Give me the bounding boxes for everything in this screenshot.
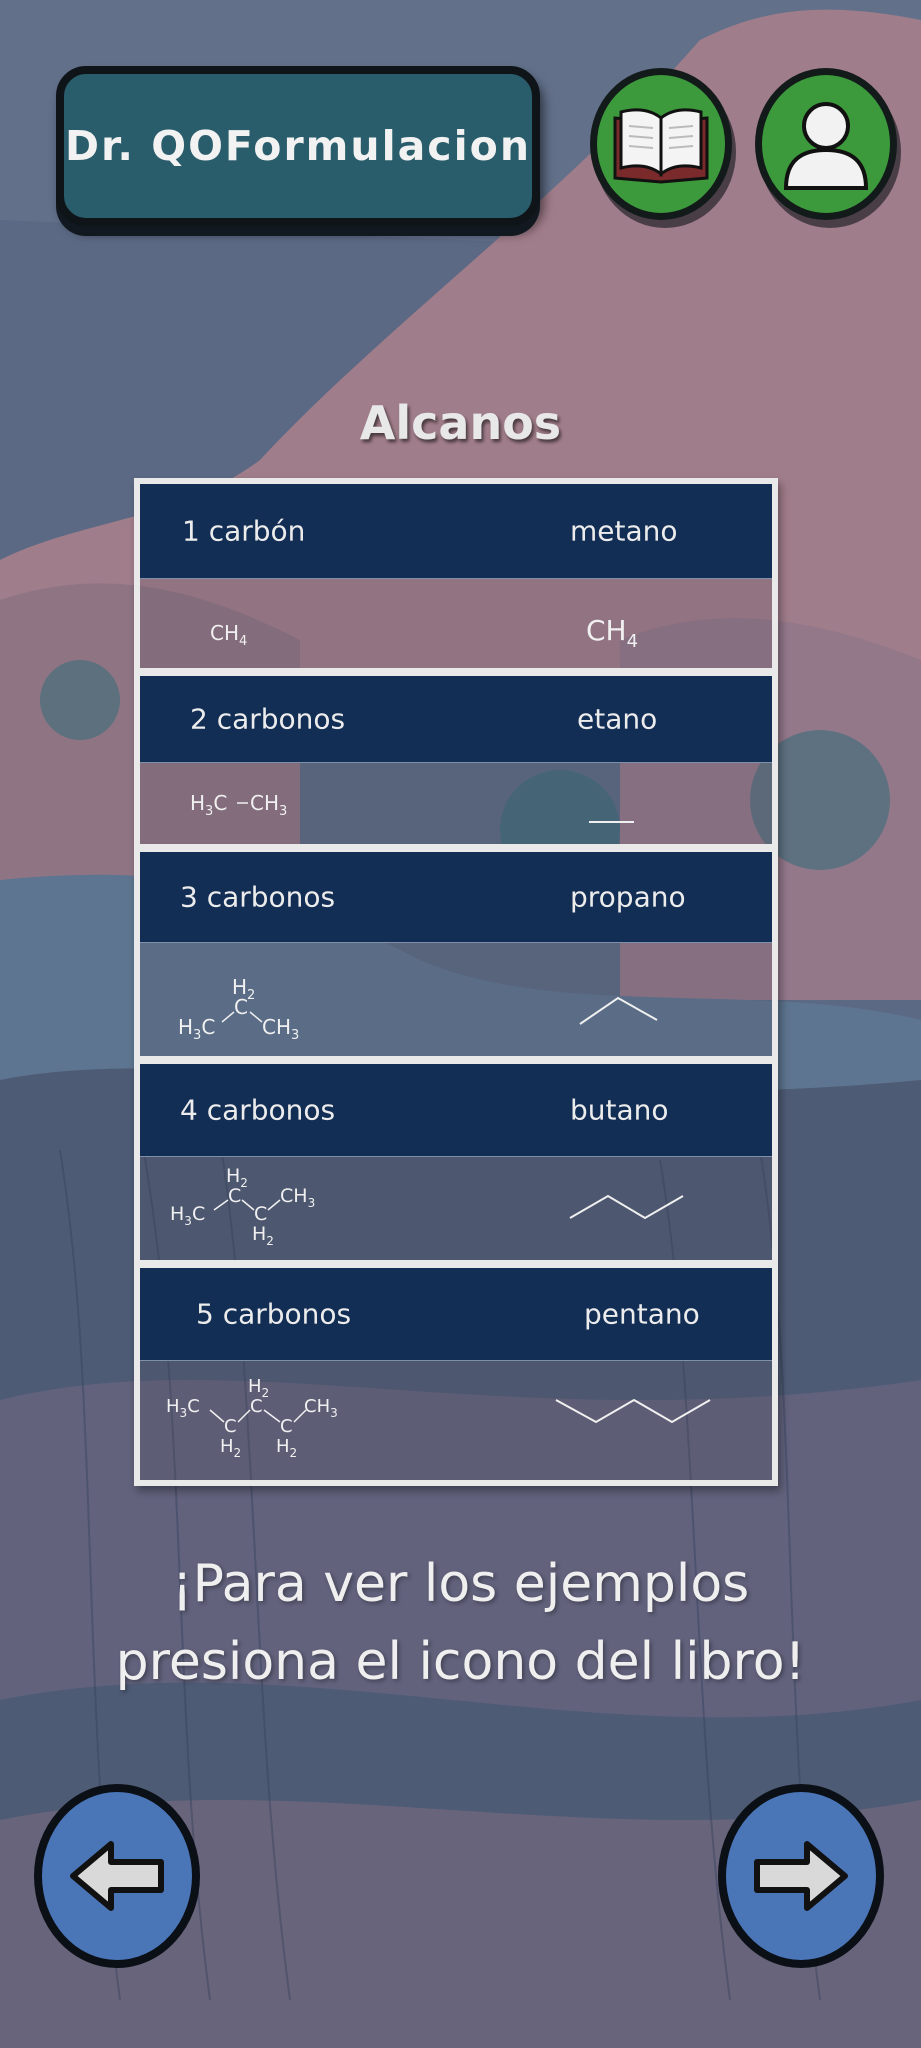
- svg-text:H3C: H3C: [190, 791, 227, 819]
- divider: [140, 1260, 772, 1268]
- alkane-name: etano: [577, 702, 658, 736]
- alkane-name: propano: [570, 880, 686, 914]
- svg-text:CH3: CH3: [262, 1015, 299, 1043]
- row-header: 3 carbonos propano: [140, 852, 772, 943]
- hint-message: ¡Para ver los ejemplos presiona el icono…: [115, 1554, 806, 1692]
- formula-row: H3C CH3: [140, 762, 772, 844]
- row-header: 5 carbonos pentano: [140, 1268, 772, 1361]
- svg-text:C: C: [224, 1416, 237, 1437]
- open-book-icon: [613, 108, 709, 184]
- svg-text:H3C: H3C: [166, 1396, 200, 1420]
- carbons-label: 4 carbonos: [180, 1093, 336, 1127]
- book-button[interactable]: [590, 68, 732, 220]
- next-button[interactable]: [718, 1784, 884, 1968]
- svg-text:C: C: [234, 995, 248, 1019]
- svg-text:CH4: CH4: [210, 621, 247, 649]
- svg-text:C: C: [254, 1203, 267, 1225]
- divider: [140, 844, 772, 852]
- svg-text:CH4: CH4: [586, 614, 638, 652]
- propane-structure: H2 C H3C CH3: [178, 975, 658, 1043]
- carbons-label: 2 carbonos: [190, 702, 346, 736]
- svg-text:H3C: H3C: [178, 1015, 215, 1043]
- divider: [140, 1056, 772, 1064]
- row-header: 2 carbonos etano: [140, 676, 772, 763]
- carbons-label: 5 carbonos: [196, 1297, 352, 1331]
- formula-row: H2 C H3C CH3: [140, 942, 772, 1056]
- row-header: 1 carbón metano: [140, 484, 772, 579]
- svg-text:H2: H2: [276, 1436, 297, 1460]
- methane-structure: CH4 CH4: [210, 614, 638, 652]
- section-title: Alcanos: [359, 396, 562, 450]
- butane-structure: H2 C H3C C H2 CH3: [170, 1165, 684, 1248]
- formula-row: H3C C H2 H2 C C H2 CH3: [140, 1360, 772, 1480]
- formula-row: H2 C H3C C H2 CH3: [140, 1156, 772, 1260]
- arrow-left-icon: [70, 1841, 164, 1911]
- alkane-name: pentano: [584, 1297, 700, 1331]
- svg-text:CH3: CH3: [250, 791, 287, 819]
- row-header: 4 carbonos butano: [140, 1064, 772, 1157]
- svg-text:CH3: CH3: [304, 1396, 338, 1420]
- app-title-box: Dr. QOFormulacion: [56, 66, 540, 226]
- svg-text:C: C: [280, 1416, 293, 1437]
- alkane-name: metano: [570, 514, 678, 548]
- ethane-structure: H3C CH3: [190, 791, 634, 823]
- profile-button[interactable]: [755, 68, 897, 220]
- svg-text:C: C: [250, 1396, 263, 1417]
- svg-text:C: C: [228, 1185, 241, 1207]
- svg-text:H2: H2: [252, 1223, 274, 1248]
- carbons-label: 1 carbón: [182, 514, 306, 548]
- divider: [140, 668, 772, 676]
- alkane-name: butano: [570, 1093, 669, 1127]
- app-title: Dr. QOFormulacion: [64, 122, 532, 170]
- svg-text:CH3: CH3: [280, 1185, 315, 1210]
- formula-row: CH4 CH4: [140, 578, 772, 668]
- arrow-right-icon: [754, 1841, 848, 1911]
- alkanes-table: 1 carbón metano CH4 CH4 2 carbonos etano…: [134, 478, 778, 1486]
- carbons-label: 3 carbonos: [180, 880, 336, 914]
- pentane-structure: H3C C H2 H2 C C H2 CH3: [166, 1376, 711, 1460]
- svg-text:H2: H2: [220, 1436, 241, 1460]
- svg-text:H3C: H3C: [170, 1203, 205, 1228]
- user-profile-icon: [783, 102, 869, 190]
- previous-button[interactable]: [34, 1784, 200, 1968]
